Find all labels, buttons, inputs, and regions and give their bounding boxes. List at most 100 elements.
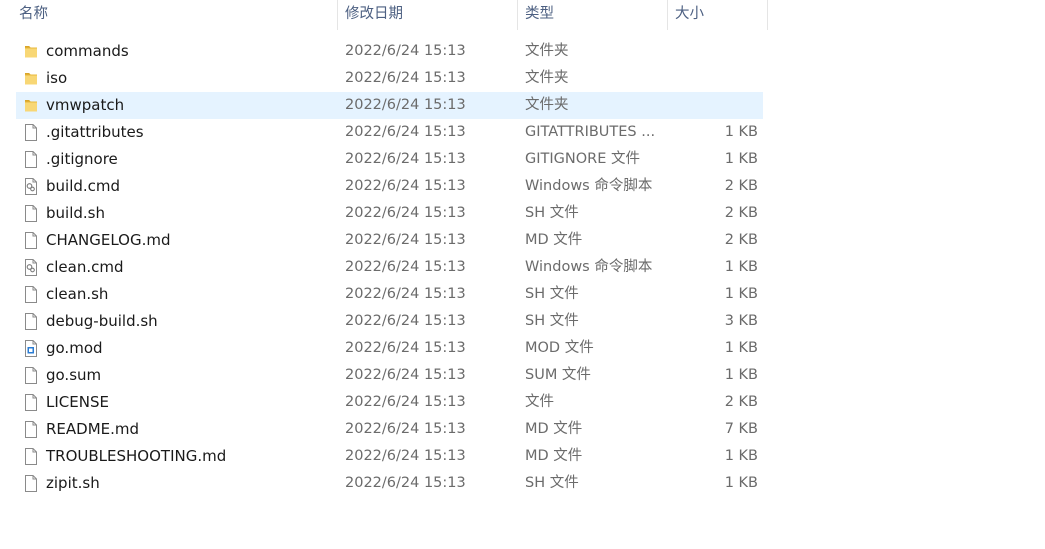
file-name: README.md	[46, 420, 140, 438]
script-icon	[23, 259, 39, 276]
file-icon	[23, 205, 39, 222]
file-name: go.mod	[46, 339, 103, 357]
file-modified-date: 2022/6/24 15:13	[345, 367, 466, 383]
column-divider[interactable]	[667, 0, 668, 30]
column-header-name[interactable]: 名称	[19, 0, 48, 30]
file-name: clean.cmd	[46, 258, 124, 276]
file-type: SUM 文件	[525, 367, 591, 383]
file-icon	[23, 124, 39, 141]
file-type: SH 文件	[525, 286, 579, 302]
sort-indicator-icon: ^	[169, 0, 178, 5]
file-modified-date: 2022/6/24 15:13	[345, 259, 466, 275]
file-modified-date: 2022/6/24 15:13	[345, 286, 466, 302]
file-icon	[23, 421, 39, 438]
file-type: SH 文件	[525, 205, 579, 221]
file-size: 1 KB	[724, 259, 758, 275]
file-name: vmwpatch	[46, 96, 125, 114]
file-row[interactable]: go.sum 2022/6/24 15:13 SUM 文件 1 KB	[16, 362, 763, 389]
file-name: go.sum	[46, 366, 102, 384]
file-row[interactable]: .gitignore 2022/6/24 15:13 GITIGNORE 文件 1 K…	[16, 146, 763, 173]
file-type: SH 文件	[525, 475, 579, 491]
file-icon	[23, 448, 39, 465]
file-row[interactable]: iso 2022/6/24 15:13 文件夹	[16, 65, 763, 92]
file-row[interactable]: TROUBLESHOOTING.md 2022/6/24 15:13 MD 文件 1 …	[16, 443, 763, 470]
file-size: 1 KB	[724, 124, 758, 140]
file-type: MD 文件	[525, 448, 583, 464]
file-row[interactable]: commands 2022/6/24 15:13 文件夹	[16, 38, 763, 65]
file-name: debug-build.sh	[46, 312, 158, 330]
file-size: 2 KB	[724, 232, 758, 248]
file-type: MD 文件	[525, 421, 583, 437]
file-modified-date: 2022/6/24 15:13	[345, 394, 466, 410]
file-modified-date: 2022/6/24 15:13	[345, 205, 466, 221]
file-type: 文件夹	[525, 97, 569, 113]
file-row[interactable]: build.cmd 2022/6/24 15:13 Windows 命令脚本 2 KB	[16, 173, 763, 200]
file-type: Windows 命令脚本	[525, 178, 653, 194]
file-name: LICENSE	[46, 393, 109, 411]
column-header-size[interactable]: 大小	[675, 0, 704, 30]
file-modified-date: 2022/6/24 15:13	[345, 178, 466, 194]
file-type: 文件夹	[525, 70, 569, 86]
file-row[interactable]: README.md 2022/6/24 15:13 MD 文件 7 KB	[16, 416, 763, 443]
column-header-bar: 名称 ^ 修改日期 类型 大小	[0, 0, 1045, 30]
file-type: GITIGNORE 文件	[525, 151, 640, 167]
file-icon	[23, 151, 39, 168]
file-row[interactable]: build.sh 2022/6/24 15:13 SH 文件 2 KB	[16, 200, 763, 227]
file-icon	[23, 475, 39, 492]
column-divider[interactable]	[517, 0, 518, 30]
file-icon	[23, 313, 39, 330]
file-name: .gitattributes	[46, 123, 144, 141]
file-name: iso	[46, 69, 68, 87]
column-divider[interactable]	[337, 0, 338, 30]
file-modified-date: 2022/6/24 15:13	[345, 475, 466, 491]
file-row[interactable]: LICENSE 2022/6/24 15:13 文件 2 KB	[16, 389, 763, 416]
column-header-date[interactable]: 修改日期	[345, 0, 403, 30]
file-type: 文件夹	[525, 43, 569, 59]
file-row[interactable]: CHANGELOG.md 2022/6/24 15:13 MD 文件 2 KB	[16, 227, 763, 254]
file-name: commands	[46, 42, 129, 60]
folder-icon	[23, 70, 39, 87]
file-modified-date: 2022/6/24 15:13	[345, 421, 466, 437]
script-icon	[23, 178, 39, 195]
file-size: 2 KB	[724, 178, 758, 194]
file-name: build.cmd	[46, 177, 121, 195]
file-row[interactable]: zipit.sh 2022/6/24 15:13 SH 文件 1 KB	[16, 470, 763, 497]
file-type: GITATTRIBUTES ...	[525, 124, 656, 140]
file-size: 2 KB	[724, 394, 758, 410]
file-name: zipit.sh	[46, 474, 100, 492]
file-modified-date: 2022/6/24 15:13	[345, 97, 466, 113]
file-row[interactable]: clean.cmd 2022/6/24 15:13 Windows 命令脚本 1 KB	[16, 254, 763, 281]
file-row[interactable]: vmwpatch 2022/6/24 15:13 文件夹	[16, 92, 763, 119]
file-size: 1 KB	[724, 367, 758, 383]
file-icon	[23, 232, 39, 249]
file-icon	[23, 367, 39, 384]
folder-icon	[23, 43, 39, 60]
file-row[interactable]: .gitattributes 2022/6/24 15:13 GITATTRIBUT…	[16, 119, 763, 146]
file-modified-date: 2022/6/24 15:13	[345, 313, 466, 329]
column-divider[interactable]	[767, 0, 768, 30]
file-row[interactable]: debug-build.sh 2022/6/24 15:13 SH 文件 3 KB	[16, 308, 763, 335]
file-type: MOD 文件	[525, 340, 594, 356]
file-name: clean.sh	[46, 285, 109, 303]
file-modified-date: 2022/6/24 15:13	[345, 124, 466, 140]
file-size: 1 KB	[724, 340, 758, 356]
column-header-type[interactable]: 类型	[525, 0, 554, 30]
file-modified-date: 2022/6/24 15:13	[345, 70, 466, 86]
file-icon	[23, 394, 39, 411]
file-type: 文件	[525, 394, 554, 410]
file-modified-date: 2022/6/24 15:13	[345, 232, 466, 248]
file-row[interactable]: go.mod 2022/6/24 15:13 MOD 文件 1 KB	[16, 335, 763, 362]
file-icon	[23, 286, 39, 303]
file-modified-date: 2022/6/24 15:13	[345, 448, 466, 464]
file-type: MD 文件	[525, 232, 583, 248]
file-modified-date: 2022/6/24 15:13	[345, 340, 466, 356]
file-size: 1 KB	[724, 151, 758, 167]
file-size: 1 KB	[724, 286, 758, 302]
file-modified-date: 2022/6/24 15:13	[345, 151, 466, 167]
file-size: 3 KB	[724, 313, 758, 329]
file-size: 1 KB	[724, 475, 758, 491]
folder-icon	[23, 97, 39, 114]
file-size: 2 KB	[724, 205, 758, 221]
file-name: build.sh	[46, 204, 105, 222]
file-row[interactable]: clean.sh 2022/6/24 15:13 SH 文件 1 KB	[16, 281, 763, 308]
